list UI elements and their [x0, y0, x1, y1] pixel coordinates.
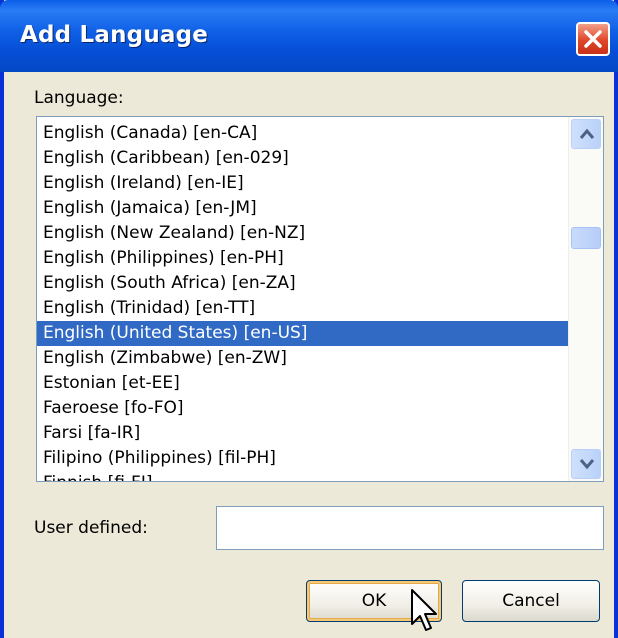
language-list-item[interactable]: English (Caribbean) [en-029]	[37, 146, 570, 171]
language-list-item[interactable]: English (United States) [en-US]	[37, 321, 570, 346]
title-bar[interactable]: Add Language	[0, 0, 618, 72]
user-defined-label: User defined:	[34, 518, 148, 538]
language-list-item[interactable]: English (South Africa) [en-ZA]	[37, 271, 570, 296]
language-listbox[interactable]: English (Canada) [en-CA] English (Caribbe…	[36, 116, 604, 482]
user-defined-input[interactable]	[216, 506, 604, 550]
language-list-item[interactable]: Estonian [et-EE]	[37, 371, 570, 396]
close-button[interactable]	[576, 22, 610, 56]
language-list-item[interactable]: English (Ireland) [en-IE]	[37, 171, 570, 196]
language-list-item[interactable]: Finnish [fi-FI]	[37, 471, 570, 481]
language-list-item[interactable]: Filipino (Philippines) [fil-PH]	[37, 446, 570, 471]
dialog-title: Add Language	[20, 22, 209, 48]
language-label: Language:	[34, 88, 124, 108]
language-list-item[interactable]: Farsi [fa-IR]	[37, 421, 570, 446]
scroll-up-button[interactable]	[571, 119, 601, 149]
scroll-down-button[interactable]	[571, 449, 601, 479]
language-list-item[interactable]: English (Jamaica) [en-JM]	[37, 196, 570, 221]
language-list-item[interactable]: English (Philippines) [en-PH]	[37, 246, 570, 271]
language-list-item[interactable]: English (Trinidad) [en-TT]	[37, 296, 570, 321]
language-list-item[interactable]: English (Canada) [en-CA]	[37, 121, 570, 146]
scrollbar-thumb[interactable]	[571, 227, 601, 249]
language-list-item[interactable]: English (Zimbabwe) [en-ZW]	[37, 346, 570, 371]
add-language-dialog: Add Language Language: English (Canada) …	[0, 0, 618, 638]
language-list-item[interactable]: Faeroese [fo-FO]	[37, 396, 570, 421]
scroll-up-arrow-icon	[579, 128, 595, 139]
mouse-pointer-icon	[411, 589, 437, 631]
vertical-scrollbar[interactable]	[568, 117, 603, 481]
language-list-item[interactable]: English (New Zealand) [en-NZ]	[37, 221, 570, 246]
cancel-button[interactable]: Cancel	[462, 580, 600, 622]
language-list: English (Canada) [en-CA] English (Caribbe…	[37, 121, 570, 481]
close-icon	[584, 30, 602, 48]
scroll-down-arrow-icon	[579, 459, 595, 470]
